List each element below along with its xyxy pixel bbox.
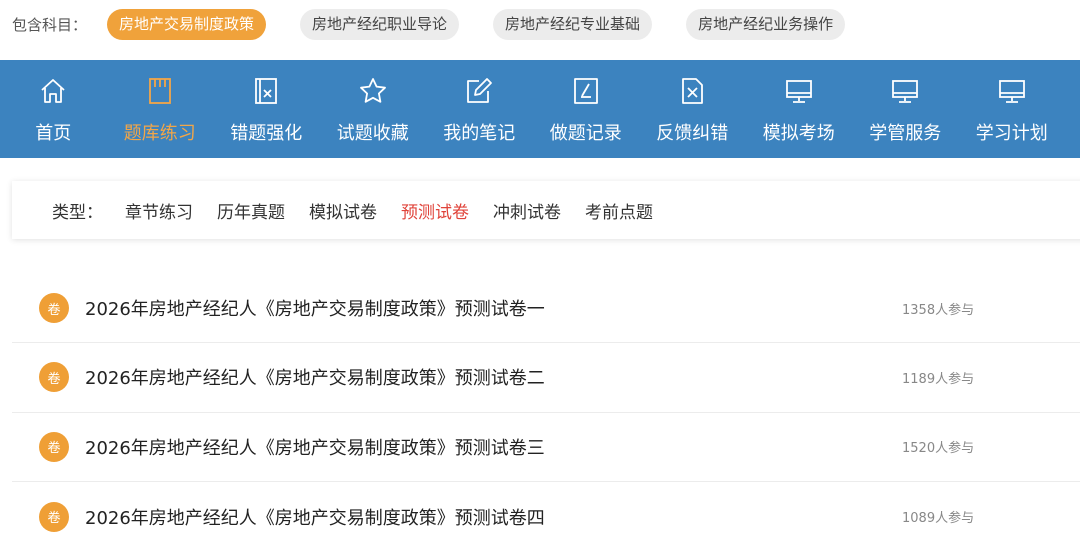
subject-label: 包含科目： [12,15,88,34]
nav-label: 首页 [35,123,72,144]
type-filter-bar: 类型： 章节练习 历年真题 模拟试卷 预测试卷 冲刺试卷 考前点题 [12,181,1080,239]
type-prediction-papers[interactable]: 预测试卷 [401,198,469,223]
nav-label: 我的笔记 [443,123,516,144]
book-icon [145,76,175,106]
paper-title[interactable]: 2026年房地产经纪人《房地产交易制度政策》预测试卷二 [85,364,545,390]
star-icon [358,76,388,106]
participant-count: 1520人参与 [902,441,975,457]
subject-chip-business-operations[interactable]: 房地产经纪业务操作 [686,8,846,40]
nav-item-favorites[interactable]: 试题收藏 [320,60,427,158]
paper-list: 卷 2026年房地产经纪人《房地产交易制度政策》预测试卷一 1358人参与 卷 … [12,274,1080,551]
paper-title[interactable]: 2026年房地产经纪人《房地产交易制度政策》预测试卷一 [85,295,545,321]
wrong-answer-icon [251,76,281,106]
monitor-icon [890,76,920,106]
type-chapter-practice[interactable]: 章节练习 [125,198,193,223]
nav-item-student-service[interactable]: 学管服务 [852,60,959,158]
nav-item-records[interactable]: 做题记录 [533,60,640,158]
nav-item-wrong-questions[interactable]: 错题强化 [213,60,320,158]
nav-label: 学习计划 [975,123,1048,144]
list-item[interactable]: 卷 2026年房地产经纪人《房地产交易制度政策》预测试卷一 1358人参与 [12,274,1080,344]
paper-badge: 卷 [39,431,69,462]
nav-item-home[interactable]: 首页 [0,60,107,158]
edit-note-icon [464,76,494,106]
list-item[interactable]: 卷 2026年房地产经纪人《房地产交易制度政策》预测试卷四 1089人参与 [12,482,1080,551]
nav-label: 学管服务 [869,123,942,144]
type-sprint-papers[interactable]: 冲刺试卷 [493,198,561,223]
monitor-icon [997,76,1027,106]
subject-chip-professional-basics[interactable]: 房地产经纪专业基础 [493,8,653,40]
subject-chip-career-intro[interactable]: 房地产经纪职业导论 [300,8,460,40]
main-nav: 首页 题库练习 错题强化 试题收藏 我的笔记 做题记录 反馈纠错 模拟考场 学管… [0,60,1080,158]
nav-label: 试题收藏 [336,123,409,144]
paper-title[interactable]: 2026年房地产经纪人《房地产交易制度政策》预测试卷四 [85,504,545,530]
paper-badge: 卷 [39,293,69,324]
type-pre-exam-highlights[interactable]: 考前点题 [585,198,653,223]
nav-item-feedback[interactable]: 反馈纠错 [639,60,746,158]
record-icon [571,76,601,106]
nav-item-study-plan[interactable]: 学习计划 [959,60,1066,158]
nav-item-notes[interactable]: 我的笔记 [426,60,533,158]
list-item[interactable]: 卷 2026年房地产经纪人《房地产交易制度政策》预测试卷二 1189人参与 [12,343,1080,413]
nav-label: 反馈纠错 [656,123,729,144]
nav-label: 题库练习 [123,123,196,144]
nav-label: 模拟考场 [762,123,835,144]
nav-item-question-bank[interactable]: 题库练习 [107,60,214,158]
home-icon [38,76,68,106]
monitor-icon [784,76,814,106]
nav-label: 做题记录 [549,123,622,144]
type-mock-papers[interactable]: 模拟试卷 [309,198,377,223]
feedback-icon [677,76,707,106]
nav-label: 错题强化 [230,123,303,144]
subject-bar: 包含科目： 房地产交易制度政策 房地产经纪职业导论 房地产经纪专业基础 房地产经… [0,0,1080,48]
nav-item-mock-exam[interactable]: 模拟考场 [746,60,853,158]
paper-title[interactable]: 2026年房地产经纪人《房地产交易制度政策》预测试卷三 [85,434,545,460]
paper-badge: 卷 [39,362,69,393]
participant-count: 1089人参与 [902,511,975,527]
type-label: 类型： [52,202,103,223]
paper-badge: 卷 [39,501,69,532]
subject-chip-transaction-policy[interactable]: 房地产交易制度政策 [107,8,267,40]
type-past-exams[interactable]: 历年真题 [217,198,285,223]
participant-count: 1358人参与 [902,302,975,318]
list-item[interactable]: 卷 2026年房地产经纪人《房地产交易制度政策》预测试卷三 1520人参与 [12,413,1080,482]
participant-count: 1189人参与 [902,371,975,387]
